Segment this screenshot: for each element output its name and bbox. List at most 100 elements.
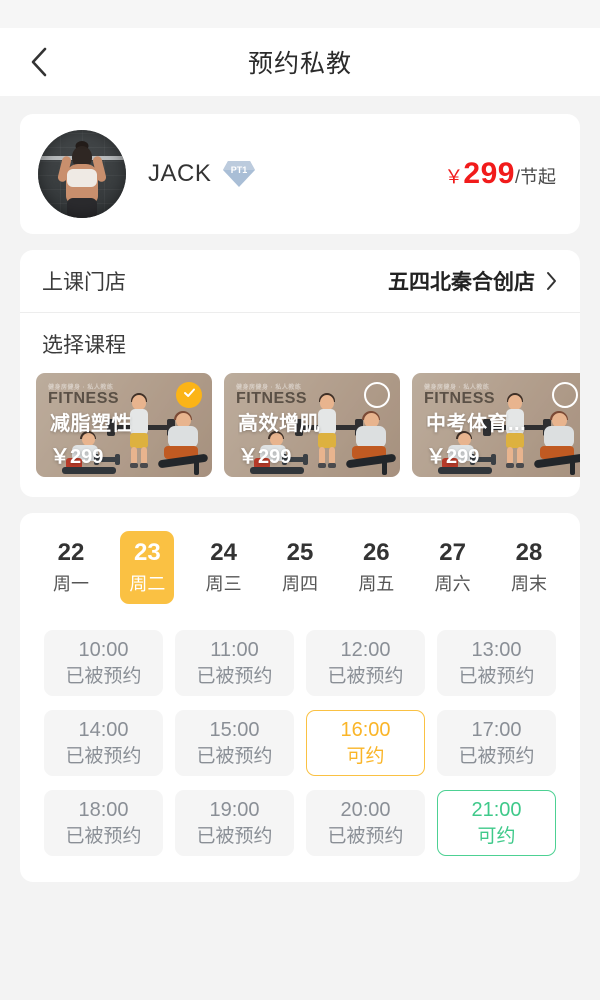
date-day: 27 [439,539,466,566]
slot-time: 16:00 [340,718,391,741]
trainer-card[interactable]: JACK PT1 ￥ 299 /节起 [20,114,580,234]
app-screen: 预约私教 JACK PT1 ￥ 299 /节起 上课门店 五四北秦合创店 选择课… [0,0,600,1000]
store-row[interactable]: 上课门店 五四北秦合创店 [20,250,580,312]
time-slot[interactable]: 11:00 已被预约 [175,630,294,697]
slot-status: 已被预约 [327,665,404,687]
slot-time: 15:00 [209,718,260,741]
slot-status: 已被预约 [65,825,142,847]
currency-symbol: ￥ [444,167,464,188]
slot-time: 20:00 [340,798,391,821]
slot-status: 已被预约 [196,665,273,687]
course-card[interactable]: 健身房健身 · 私人教练 FITNESS [224,373,400,477]
status-bar [0,0,600,28]
course-list[interactable]: 健身房健身 · 私人教练 FITNESS 减脂塑性 ￥299 健身房健身 · 私… [20,373,580,477]
date-day: 24 [210,539,237,566]
date-weekday: 周末 [510,574,547,594]
time-slot-grid: 10:00 已被预约 11:00 已被预约 12:00 已被预约 13:00 已… [30,604,570,857]
date-weekday: 周一 [53,574,89,594]
time-slot[interactable]: 15:00 已被预约 [175,710,294,777]
course-select-checkbox[interactable] [364,382,390,408]
date-day: 28 [515,539,543,566]
date-weekday: 周三 [205,574,242,594]
trainer-name: JACK [148,160,212,187]
svg-text:PT1: PT1 [231,165,248,175]
course-card[interactable]: 健身房健身 · 私人教练 FITNESS [36,373,212,477]
course-section: 选择课程 健身房健身 · 私人教练 FITNESS 减脂塑性 ￥299 健身房健… [20,313,580,497]
course-select-checkbox[interactable] [552,382,578,408]
time-slot[interactable]: 13:00 已被预约 [437,630,556,697]
slot-time: 12:00 [340,638,391,661]
date-item[interactable]: 27 周六 [426,531,480,604]
date-day: 25 [286,539,314,566]
course-brand: FITNESS [424,390,496,407]
time-slot-available[interactable]: 16:00 可约 [306,710,425,777]
date-selector[interactable]: 22 周一 23 周二 24 周三 25 周四 26 周五 27 周六 28 周… [30,531,570,605]
date-item[interactable]: 25 周四 [273,531,327,604]
course-name: 中考体育... [426,413,527,435]
course-text: 中考体育... ￥299 [426,407,580,469]
time-slot-available[interactable]: 21:00 可约 [437,790,556,857]
slot-time: 17:00 [471,718,522,741]
date-weekday: 周六 [434,574,471,594]
slot-status: 已被预约 [196,825,273,847]
slot-status: 可约 [477,825,516,847]
time-slot[interactable]: 20:00 已被预约 [306,790,425,857]
date-item-selected[interactable]: 23 周二 [120,531,175,605]
slot-status: 已被预约 [458,665,535,687]
time-slot[interactable]: 10:00 已被预约 [44,630,163,697]
slot-status: 已被预约 [327,825,404,847]
course-text: 高效增肌 ￥299 [238,407,392,469]
slot-status: 可约 [346,745,385,767]
course-card[interactable]: 健身房健身 · 私人教练 FITNESS [412,373,580,477]
time-slot[interactable]: 19:00 已被预约 [175,790,294,857]
course-text: 减脂塑性 ￥299 [50,407,204,469]
course-price: ￥299 [50,446,104,468]
date-day: 26 [362,539,390,566]
check-icon [182,385,197,405]
date-item[interactable]: 28 周末 [502,531,556,604]
date-item[interactable]: 26 周五 [349,531,403,604]
slot-time: 14:00 [78,718,129,741]
slot-status: 已被预约 [65,745,142,767]
slot-status: 已被预约 [458,745,535,767]
date-item[interactable]: 22 周一 [44,531,98,604]
slot-time: 19:00 [209,798,260,821]
course-price: ￥299 [426,446,480,468]
pt-level-badge: PT1 [222,159,256,189]
date-weekday: 周四 [281,574,318,594]
date-weekday: 周五 [358,574,395,594]
time-slot[interactable]: 14:00 已被预约 [44,710,163,777]
chevron-right-icon [545,270,558,292]
store-label: 上课门店 [42,271,126,294]
page-title: 预约私教 [247,50,352,78]
avatar [38,130,126,218]
store-value: 五四北秦合创店 [388,271,535,294]
course-price: ￥299 [238,446,292,468]
date-day: 23 [133,539,161,566]
slot-time: 18:00 [78,798,129,821]
time-slot[interactable]: 18:00 已被预约 [44,790,163,857]
course-select-checkbox[interactable] [176,382,202,408]
schedule-card: 22 周一 23 周二 24 周三 25 周四 26 周五 27 周六 28 周… [20,513,580,883]
course-name: 高效增肌 [238,413,320,435]
store-and-course-card: 上课门店 五四北秦合创店 选择课程 健身房健身 · 私人教练 FITNESS 减… [20,250,580,497]
slot-status: 已被预约 [65,665,142,687]
back-button[interactable] [22,45,56,79]
slot-time: 21:00 [471,798,522,821]
date-day: 22 [57,539,85,566]
time-slot[interactable]: 12:00 已被预约 [306,630,425,697]
course-section-title: 选择课程 [42,334,126,357]
price-unit: /节起 [514,167,556,187]
nav-header: 预约私教 [0,28,600,96]
slot-status: 已被预约 [196,745,273,767]
course-brand: FITNESS [236,390,308,407]
time-slot[interactable]: 17:00 已被预约 [437,710,556,777]
price-amount: 299 [463,157,515,190]
course-name: 减脂塑性 [50,413,132,435]
slot-time: 10:00 [78,638,129,661]
date-item[interactable]: 24 周三 [197,531,251,604]
slot-time: 13:00 [471,638,522,661]
date-weekday: 周二 [129,574,166,594]
course-brand: FITNESS [48,390,120,407]
slot-time: 11:00 [210,638,259,661]
